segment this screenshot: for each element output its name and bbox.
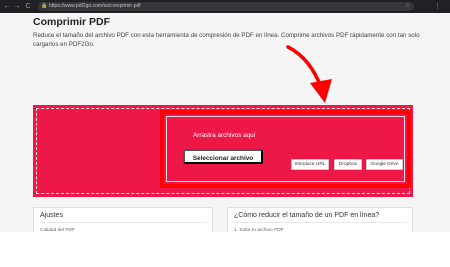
browser-toolbar: ← → C 🔒 https://www.pdf2go.com/es/compri… <box>0 0 450 13</box>
dropbox-button[interactable]: Dropbox <box>334 159 362 170</box>
forward-icon[interactable]: → <box>13 2 21 11</box>
page-content: Comprimir PDF Reduce el tamaño del archi… <box>0 13 450 267</box>
reload-icon[interactable]: C <box>24 2 32 11</box>
lock-icon: 🔒 <box>41 3 48 9</box>
url-text[interactable]: https://www.pdf2go.com/es/comprimir-pdf <box>49 2 141 11</box>
address-bar[interactable]: 🔒 https://www.pdf2go.com/es/comprimir-pd… <box>38 2 414 11</box>
bookmark-star-icon[interactable]: ☆ <box>405 2 410 11</box>
page-title: Comprimir PDF <box>33 16 111 28</box>
enter-url-button[interactable]: Introduce URL <box>291 159 329 170</box>
select-file-button[interactable]: Seleccionar archivo <box>183 149 263 164</box>
divider <box>40 222 206 223</box>
settings-title: Ajustes <box>40 212 63 219</box>
browser-menu-icon[interactable]: ⋮ <box>434 2 441 11</box>
file-drop-zone[interactable]: Arrastra archivos aquí Seleccionar archi… <box>33 105 413 197</box>
google-drive-button[interactable]: Google Drive <box>366 159 403 170</box>
page-description: Reduce el tamaño del archivo PDF con est… <box>33 32 420 48</box>
drag-files-label: Arrastra archivos aquí <box>193 132 256 139</box>
howto-title: ¿Cómo reducir el tamaño de un PDF en lín… <box>234 212 380 219</box>
bottom-white-area <box>0 232 450 267</box>
divider <box>234 222 406 223</box>
back-icon[interactable]: ← <box>3 2 11 11</box>
